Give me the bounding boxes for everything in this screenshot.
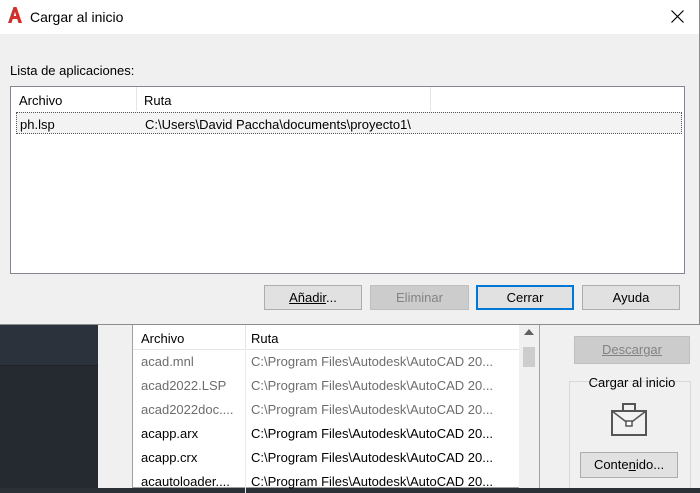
- column-header-file[interactable]: Archivo: [141, 331, 184, 346]
- close-button[interactable]: [654, 0, 700, 34]
- row-file: acapp.crx: [141, 450, 198, 465]
- dialog-title: Cargar al inicio: [30, 9, 124, 25]
- dark-panel-lower: [0, 366, 98, 488]
- startup-suite-dialog: Cargar al inicio Lista de aplicaciones: …: [0, 0, 700, 325]
- list-item[interactable]: ph.lsp C:\Users\David Paccha\documents\p…: [16, 112, 682, 134]
- row-file: acautoloader....: [141, 474, 230, 489]
- title-bar[interactable]: Cargar al inicio: [0, 0, 699, 34]
- row-file: acapp.arx: [141, 426, 199, 441]
- autocad-logo-icon: [8, 7, 22, 23]
- application-list-label: Lista de aplicaciones:: [10, 63, 135, 78]
- delete-button[interactable]: Eliminar: [370, 285, 469, 310]
- loaded-applications-list[interactable]: Archivo Ruta acad.mnl C:\Program Files\Au…: [132, 325, 540, 493]
- row-column-divider: [245, 349, 246, 373]
- contents-label-post: ido...: [635, 457, 665, 472]
- background-dark-panel: [0, 325, 98, 488]
- add-button-label: Añadir: [289, 290, 327, 305]
- row-column-divider: [245, 445, 246, 469]
- contents-button[interactable]: Contenido...: [580, 452, 678, 478]
- row-path: C:\Program Files\Autodesk\AutoCAD 20...: [251, 474, 494, 489]
- table-row[interactable]: acapp.crx C:\Program Files\Autodesk\AutoC…: [133, 445, 519, 469]
- startup-suite-label: Cargar al inicio: [588, 375, 676, 390]
- list-item-file: ph.lsp: [20, 117, 55, 132]
- row-file: acad2022doc....: [141, 402, 234, 417]
- loaded-list-header: Archivo Ruta: [133, 325, 519, 350]
- row-path: C:\Program Files\Autodesk\AutoCAD 20...: [251, 378, 494, 393]
- help-button[interactable]: Ayuda: [582, 285, 680, 310]
- table-row[interactable]: acapp.arx C:\Program Files\Autodesk\AutoC…: [133, 421, 519, 445]
- row-column-divider: [245, 373, 246, 397]
- row-path: C:\Program Files\Autodesk\AutoCAD 20...: [251, 450, 494, 465]
- row-file: acad.mnl: [141, 354, 194, 369]
- row-file: acad2022.LSP: [141, 378, 227, 393]
- row-column-divider: [245, 421, 246, 445]
- table-row[interactable]: acad2022.LSP C:\Program Files\Autodesk\Au…: [133, 373, 519, 397]
- table-row[interactable]: acad.mnl C:\Program Files\Autodesk\AutoCA…: [133, 349, 519, 373]
- scroll-up-arrow-icon[interactable]: [524, 329, 534, 335]
- row-path: C:\Program Files\Autodesk\AutoCAD 20...: [251, 402, 494, 417]
- application-list-header: Archivo Ruta: [11, 87, 684, 111]
- application-list[interactable]: Archivo Ruta ph.lsp C:\Users\David Pacch…: [10, 86, 685, 274]
- close-dialog-button[interactable]: Cerrar: [476, 285, 574, 310]
- table-row[interactable]: acautoloader.... C:\Program Files\Autodes…: [133, 469, 519, 493]
- add-button[interactable]: Añadir...: [264, 285, 362, 310]
- column-divider[interactable]: [136, 87, 137, 111]
- row-column-divider: [245, 397, 246, 421]
- column-divider[interactable]: [430, 87, 431, 111]
- unload-button[interactable]: Descargar: [574, 336, 690, 364]
- row-path: C:\Program Files\Autodesk\AutoCAD 20...: [251, 354, 494, 369]
- contents-label-pre: Conte: [593, 457, 629, 472]
- table-row[interactable]: acad2022doc.... C:\Program Files\Autodesk…: [133, 397, 519, 421]
- row-path: C:\Program Files\Autodesk\AutoCAD 20...: [251, 426, 494, 441]
- contents-label-mnemonic: n: [628, 457, 636, 472]
- list-item-path: C:\Users\David Paccha\documents\proyecto…: [145, 117, 411, 132]
- vertical-scrollbar[interactable]: [519, 325, 539, 488]
- close-icon: [671, 10, 684, 23]
- column-header-file[interactable]: Archivo: [19, 93, 62, 108]
- scrollbar-thumb[interactable]: [523, 347, 535, 367]
- briefcase-icon: [611, 403, 647, 436]
- column-divider[interactable]: [245, 325, 246, 349]
- unload-button-label: Descargar: [602, 342, 662, 357]
- add-button-ellipsis: ...: [326, 290, 337, 305]
- row-column-divider: [245, 469, 246, 493]
- column-header-path[interactable]: Ruta: [251, 331, 278, 346]
- column-header-path[interactable]: Ruta: [144, 93, 171, 108]
